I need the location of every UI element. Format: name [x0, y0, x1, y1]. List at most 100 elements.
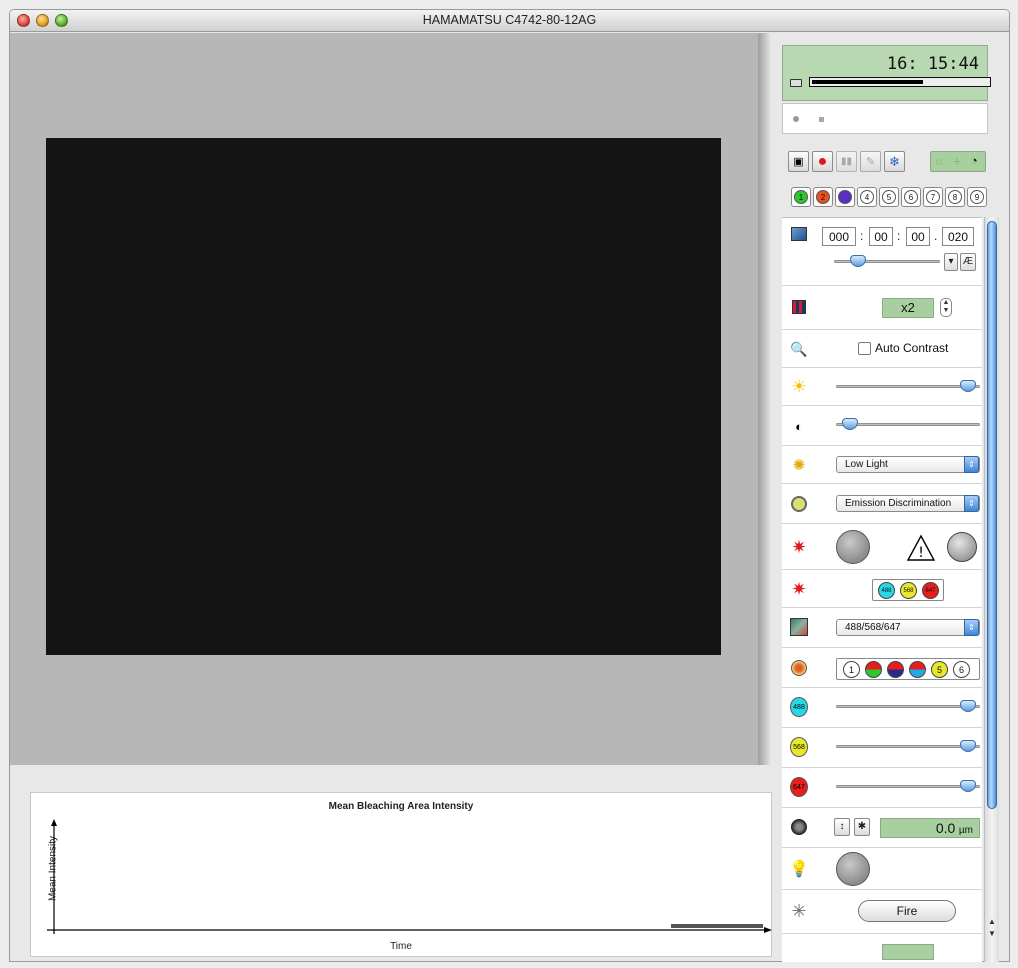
select-arrow-icon: ⇕: [964, 495, 979, 512]
pause-icon: ▮▮: [840, 156, 852, 167]
freeze-button[interactable]: ❄: [884, 151, 905, 172]
focus-value: 0.0: [935, 820, 956, 836]
exposure-menu-button[interactable]: ▾: [944, 253, 958, 271]
channel-circle-icon: 4: [860, 190, 874, 204]
warning-icon: !: [906, 534, 936, 561]
channel-circle-icon: 1: [794, 190, 808, 204]
laser-488-slider-thumb[interactable]: [960, 700, 977, 712]
binning-stepper[interactable]: ▲ ▼: [940, 298, 952, 317]
laser-568-icon: 568: [790, 737, 808, 757]
auto-contrast-checkbox[interactable]: [858, 342, 871, 355]
channel-button[interactable]: 9: [967, 187, 987, 207]
exposure-ms-field[interactable]: 020: [942, 227, 974, 246]
scrollbar-thumb[interactable]: [987, 221, 997, 809]
view-mode-group: ○ + ◔: [930, 151, 986, 172]
channel-button[interactable]: [835, 187, 855, 207]
wheel-position-button[interactable]: [909, 661, 926, 678]
scroll-down-icon[interactable]: ▼: [988, 929, 996, 938]
focus-zero-button[interactable]: ✱: [854, 818, 870, 836]
focus-move-button[interactable]: ↕: [834, 818, 850, 836]
svg-text:!: !: [918, 545, 924, 561]
laser-568-slider[interactable]: [836, 745, 980, 748]
channel-button[interactable]: 8: [945, 187, 965, 207]
filter-select[interactable]: Emission Discrimination ⇕: [836, 495, 980, 512]
laser-647-row: 647: [782, 768, 982, 808]
channel-button[interactable]: 5: [879, 187, 899, 207]
channel-button[interactable]: 4: [857, 187, 877, 207]
laser-shutter-button[interactable]: [836, 530, 870, 564]
channel-circle-icon: 2: [816, 190, 830, 204]
camera-image[interactable]: [46, 138, 721, 655]
snapshot-button[interactable]: ▣: [788, 151, 809, 172]
settings-list: 000 : 00 : 00 . 020 ▾ Æ x2 ▲ ▼ 🔍 Auto Con…: [782, 217, 982, 962]
laser-status-row: ✷ !: [782, 524, 982, 570]
brightness-row: ☀: [782, 368, 982, 406]
exposure-slider-thumb[interactable]: [850, 255, 866, 267]
partial-row: [782, 934, 982, 962]
dichroic-icon: [790, 618, 808, 636]
light-mode-select[interactable]: Low Light ⇕: [836, 456, 980, 473]
clock-icon[interactable]: ◔: [970, 153, 978, 168]
auto-contrast-label: Auto Contrast: [875, 341, 949, 355]
record-icon: ●: [817, 152, 828, 170]
lamp-row: 💡: [782, 848, 982, 890]
up-down-icon: ↕: [839, 821, 845, 832]
laser-line-group: 488 568 647: [872, 579, 944, 601]
camera-icon: ▣: [793, 156, 804, 168]
exposure-minutes-field[interactable]: 00: [869, 227, 893, 246]
record-button[interactable]: ●: [812, 151, 833, 172]
settings-scrollbar[interactable]: ▲ ▼: [984, 217, 999, 962]
channel-button[interactable]: 7: [923, 187, 943, 207]
snowflake-icon: ❄: [889, 153, 900, 169]
exposure-hours-field[interactable]: 000: [822, 227, 856, 246]
exposure-separator: :: [860, 229, 864, 243]
dichroic-row: 488/568/647 ⇕: [782, 608, 982, 648]
laser-647-slider[interactable]: [836, 785, 980, 788]
channel-button[interactable]: 2: [813, 187, 833, 207]
laser-icon: ✷: [791, 578, 807, 599]
binning-field[interactable]: x2: [882, 298, 934, 318]
wheel-position-button[interactable]: 6: [953, 661, 970, 678]
laser-647-slider-thumb[interactable]: [960, 780, 977, 792]
laser-568-slider-thumb[interactable]: [960, 740, 977, 752]
channel-button[interactable]: 6: [901, 187, 921, 207]
focus-center-icon: ✱: [857, 821, 867, 832]
channel-button[interactable]: 1: [791, 187, 811, 207]
focus-position-field[interactable]: 0.0 µm: [880, 818, 980, 838]
pause-button[interactable]: ▮▮: [836, 151, 857, 172]
safety-goggles-icon[interactable]: [947, 532, 977, 562]
brightness-slider[interactable]: [836, 385, 980, 388]
circle-icon[interactable]: ○: [935, 154, 943, 169]
acquisition-toolbar: ▣ ● ▮▮ ✎ ❄ ○ + ◔: [782, 151, 988, 175]
channel-selector: 12 456789: [782, 187, 990, 210]
scroll-up-icon[interactable]: ▲: [988, 917, 996, 926]
wheel-position-button[interactable]: [865, 661, 882, 678]
wheel-position-button[interactable]: 5: [931, 661, 948, 678]
auto-exposure-button[interactable]: Æ: [960, 253, 976, 271]
tool-button[interactable]: ✎: [860, 151, 881, 172]
laser-line-647-button[interactable]: 647: [922, 582, 939, 599]
wheel-position-button[interactable]: 1: [843, 661, 860, 678]
gamma-slider-thumb[interactable]: [842, 418, 859, 430]
wheel-positions: 1 56: [836, 658, 980, 680]
dichroic-select[interactable]: 488/568/647 ⇕: [836, 619, 980, 636]
brightness-slider-thumb[interactable]: [960, 380, 977, 392]
lamp-icon: ✺: [792, 457, 806, 474]
dichroic-value: 488/568/647: [845, 622, 901, 633]
select-arrow-icon: ⇕: [964, 456, 979, 473]
lamp-button[interactable]: [836, 852, 870, 886]
crosshair-icon[interactable]: +: [953, 153, 961, 169]
laser-line-568-button[interactable]: 568: [900, 582, 917, 599]
exposure-seconds-field[interactable]: 00: [906, 227, 930, 246]
filter-wheel-icon: [790, 659, 808, 677]
fire-button[interactable]: Fire: [858, 900, 956, 922]
binning-row: x2 ▲ ▼: [782, 286, 982, 330]
contrast-row: 🔍 Auto Contrast: [782, 330, 982, 368]
viewer-divider[interactable]: [758, 33, 771, 765]
window-title: HAMAMATSU C4742-80-12AG: [422, 13, 597, 27]
laser-line-488-button[interactable]: 488: [878, 582, 895, 599]
laser-488-slider[interactable]: [836, 705, 980, 708]
wheel-position-button[interactable]: [887, 661, 904, 678]
objective-icon: [790, 818, 808, 836]
channel-circle-icon: 9: [970, 190, 984, 204]
